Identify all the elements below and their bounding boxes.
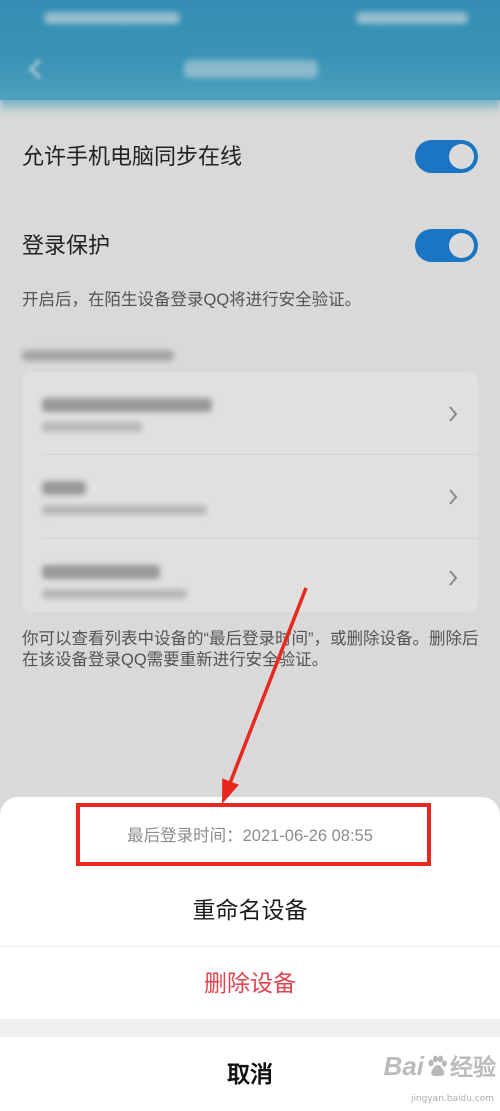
paw-icon (428, 1055, 447, 1076)
watermark-logo: Bai 经验 (384, 1046, 496, 1086)
last-login-label: 最后登录时间： (127, 827, 243, 845)
watermark-url: jingyan.baidu.com (410, 1094, 494, 1104)
sheet-gap (0, 1019, 500, 1037)
last-login-time-text: 最后登录时间：2021-06-26 08:55 (0, 797, 500, 875)
rename-device-button[interactable]: 重命名设备 (0, 873, 500, 947)
delete-device-button[interactable]: 删除设备 (0, 947, 500, 1019)
last-login-value: 2021-06-26 08:55 (242, 827, 373, 845)
watermark-brand-left: Bai (383, 1051, 424, 1081)
baidu-jingyan-watermark: Bai 经验 jingyan.baidu.com (352, 1046, 496, 1108)
watermark-brand-right: 经验 (450, 1054, 496, 1080)
